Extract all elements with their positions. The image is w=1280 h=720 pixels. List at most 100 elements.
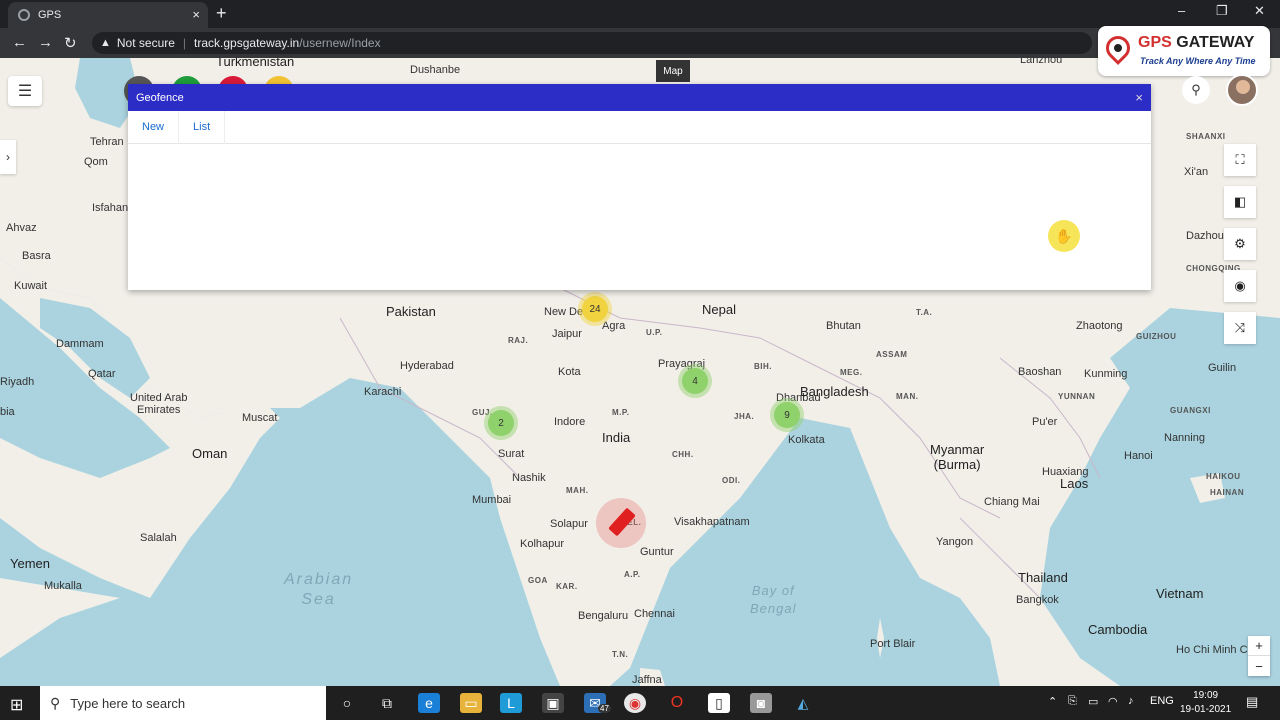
settings-button[interactable]: ⚙	[1224, 228, 1256, 260]
label-arabian-sea: Arabian Sea	[284, 571, 354, 608]
chevron-up-icon[interactable]: ⌃	[1048, 695, 1057, 708]
app-screen-icon[interactable]: ◭	[792, 693, 814, 713]
label-chiang-mai: Chiang Mai	[984, 496, 1040, 508]
vehicle-cluster-24[interactable]: 24	[582, 296, 608, 322]
shuffle-button[interactable]: ⤨	[1224, 312, 1256, 344]
app-l-icon[interactable]: L	[500, 693, 522, 713]
label-puer: Pu'er	[1032, 416, 1058, 428]
menu-button[interactable]: ☰	[8, 76, 42, 106]
label-isfahan: Isfahan	[92, 202, 129, 214]
vehicle-cluster-4[interactable]: 4	[682, 368, 708, 394]
wifi-icon[interactable]: ◠	[1108, 695, 1118, 708]
label-assam: ASSAM	[876, 350, 908, 359]
label-indore: Indore	[554, 416, 586, 428]
hand-cursor-icon: ✋	[1055, 227, 1073, 244]
label-kolhapur: Kolhapur	[520, 538, 565, 550]
label-kolkata: Kolkata	[788, 434, 825, 446]
maximize-button[interactable]: ❐	[1216, 3, 1228, 19]
clock-time: 19:09	[1193, 690, 1219, 701]
system-clock[interactable]: 19:09 19-01-2021	[1180, 689, 1231, 717]
usb-icon[interactable]: ⎘	[1068, 695, 1077, 708]
label-raj: RAJ.	[508, 336, 529, 345]
label-muscat: Muscat	[242, 412, 278, 424]
zoom-in-button[interactable]: +	[1248, 636, 1270, 656]
dialog-close-button[interactable]: ×	[1135, 90, 1143, 105]
label-guizhou: GUIZHOU	[1136, 332, 1177, 341]
expand-panel-button[interactable]: ›	[0, 140, 16, 174]
map-search-button[interactable]: ⚲	[1182, 76, 1210, 104]
cursor-highlight: ✋	[1048, 220, 1080, 252]
notification-icon[interactable]: ▤	[1246, 694, 1258, 710]
label-yunnan: YUNNAN	[1058, 392, 1096, 401]
notepad-icon[interactable]: ▯	[708, 693, 730, 713]
label-pia: bia	[0, 406, 15, 418]
security-label: Not secure	[116, 36, 175, 50]
dialog-header: Geofence ×	[128, 84, 1151, 111]
file-explorer-icon[interactable]: ▭	[460, 693, 482, 713]
label-oman: Oman	[192, 446, 228, 461]
label-bih: BIH.	[754, 362, 772, 371]
label-chennai: Chennai	[634, 608, 675, 620]
reload-icon[interactable]: ↻	[64, 34, 77, 52]
brand-name: GPS GATEWAY	[1138, 34, 1254, 52]
cortana-icon[interactable]: ○	[336, 693, 358, 713]
label-tn: T.N.	[612, 650, 629, 659]
vehicle-cluster-2[interactable]: 2	[488, 410, 514, 436]
label-goa: GOA	[528, 576, 548, 585]
label-kota: Kota	[558, 366, 581, 378]
user-avatar[interactable]	[1226, 74, 1258, 106]
label-haikou: HAIKOU	[1206, 472, 1241, 481]
new-tab-button[interactable]: +	[216, 4, 227, 22]
browser-tab-bar: GPS × + – ❐ ✕	[0, 0, 1280, 28]
language-indicator[interactable]: ENG	[1150, 695, 1174, 707]
label-chh: CHH.	[672, 450, 694, 459]
battery-icon[interactable]: ▭	[1088, 695, 1098, 708]
camera-icon[interactable]: ◙	[750, 693, 772, 713]
tab-title: GPS	[38, 9, 62, 21]
playback-button[interactable]: ◉	[1224, 270, 1256, 302]
zoom-out-button[interactable]: −	[1248, 656, 1270, 676]
tab-list[interactable]: List	[179, 110, 226, 144]
windows-start-icon[interactable]: ⊞	[10, 695, 23, 715]
label-salalah: Salalah	[140, 532, 177, 544]
label-kunming: Kunming	[1084, 368, 1128, 380]
vehicle-cluster-9[interactable]: 9	[774, 402, 800, 428]
label-odi: ODI.	[722, 476, 741, 485]
taskbar-search[interactable]: ⚲ Type here to search	[40, 686, 326, 720]
edge-icon[interactable]: e	[418, 693, 440, 713]
label-bangladesh: Bangladesh	[800, 384, 869, 399]
back-icon[interactable]: ←	[12, 34, 27, 51]
layers-button[interactable]: ◧	[1224, 186, 1256, 218]
opera-icon[interactable]: O	[666, 693, 688, 713]
map-mode-tab[interactable]: Map	[656, 60, 690, 82]
minimize-button[interactable]: –	[1178, 3, 1185, 18]
close-tab-button[interactable]: ×	[192, 7, 200, 22]
url-field[interactable]: ▲ Not secure | track.gpsgateway.in /user…	[92, 32, 1092, 54]
label-ta: T.A.	[916, 308, 933, 317]
label-huaxiang: Huaxiang	[1042, 466, 1089, 478]
brand-tagline: Track Any Where Any Time	[1140, 56, 1256, 66]
browser-tab[interactable]: GPS ×	[8, 2, 208, 28]
task-view-icon[interactable]: ⧉	[376, 693, 398, 713]
brand-logo: GPS GATEWAY Track Any Where Any Time	[1098, 26, 1270, 76]
close-window-button[interactable]: ✕	[1254, 3, 1265, 19]
store-icon[interactable]: ▣	[542, 693, 564, 713]
label-uae: United Arab Emirates	[130, 392, 188, 416]
label-laos: Laos	[1060, 476, 1089, 491]
label-agra: Agra	[602, 320, 626, 332]
chrome-icon[interactable]: ◉	[624, 693, 646, 713]
label-nepal: Nepal	[702, 302, 736, 317]
url-path: /usernew/Index	[299, 36, 381, 50]
mail-badge: 47	[598, 704, 611, 713]
playback-icon: ◉	[1234, 278, 1246, 293]
warning-icon: ▲	[100, 37, 111, 49]
forward-icon[interactable]: →	[38, 34, 53, 51]
tab-new[interactable]: New	[128, 110, 180, 144]
volume-icon[interactable]: ♪	[1128, 695, 1134, 707]
label-zhaotong: Zhaotong	[1076, 320, 1123, 332]
label-bhutan: Bhutan	[826, 320, 861, 332]
label-mah: MAH.	[566, 486, 589, 495]
fullscreen-button[interactable]: ⛶	[1224, 144, 1256, 176]
vehicle-marker[interactable]	[596, 498, 646, 548]
taskbar-search-placeholder: Type here to search	[70, 695, 186, 711]
